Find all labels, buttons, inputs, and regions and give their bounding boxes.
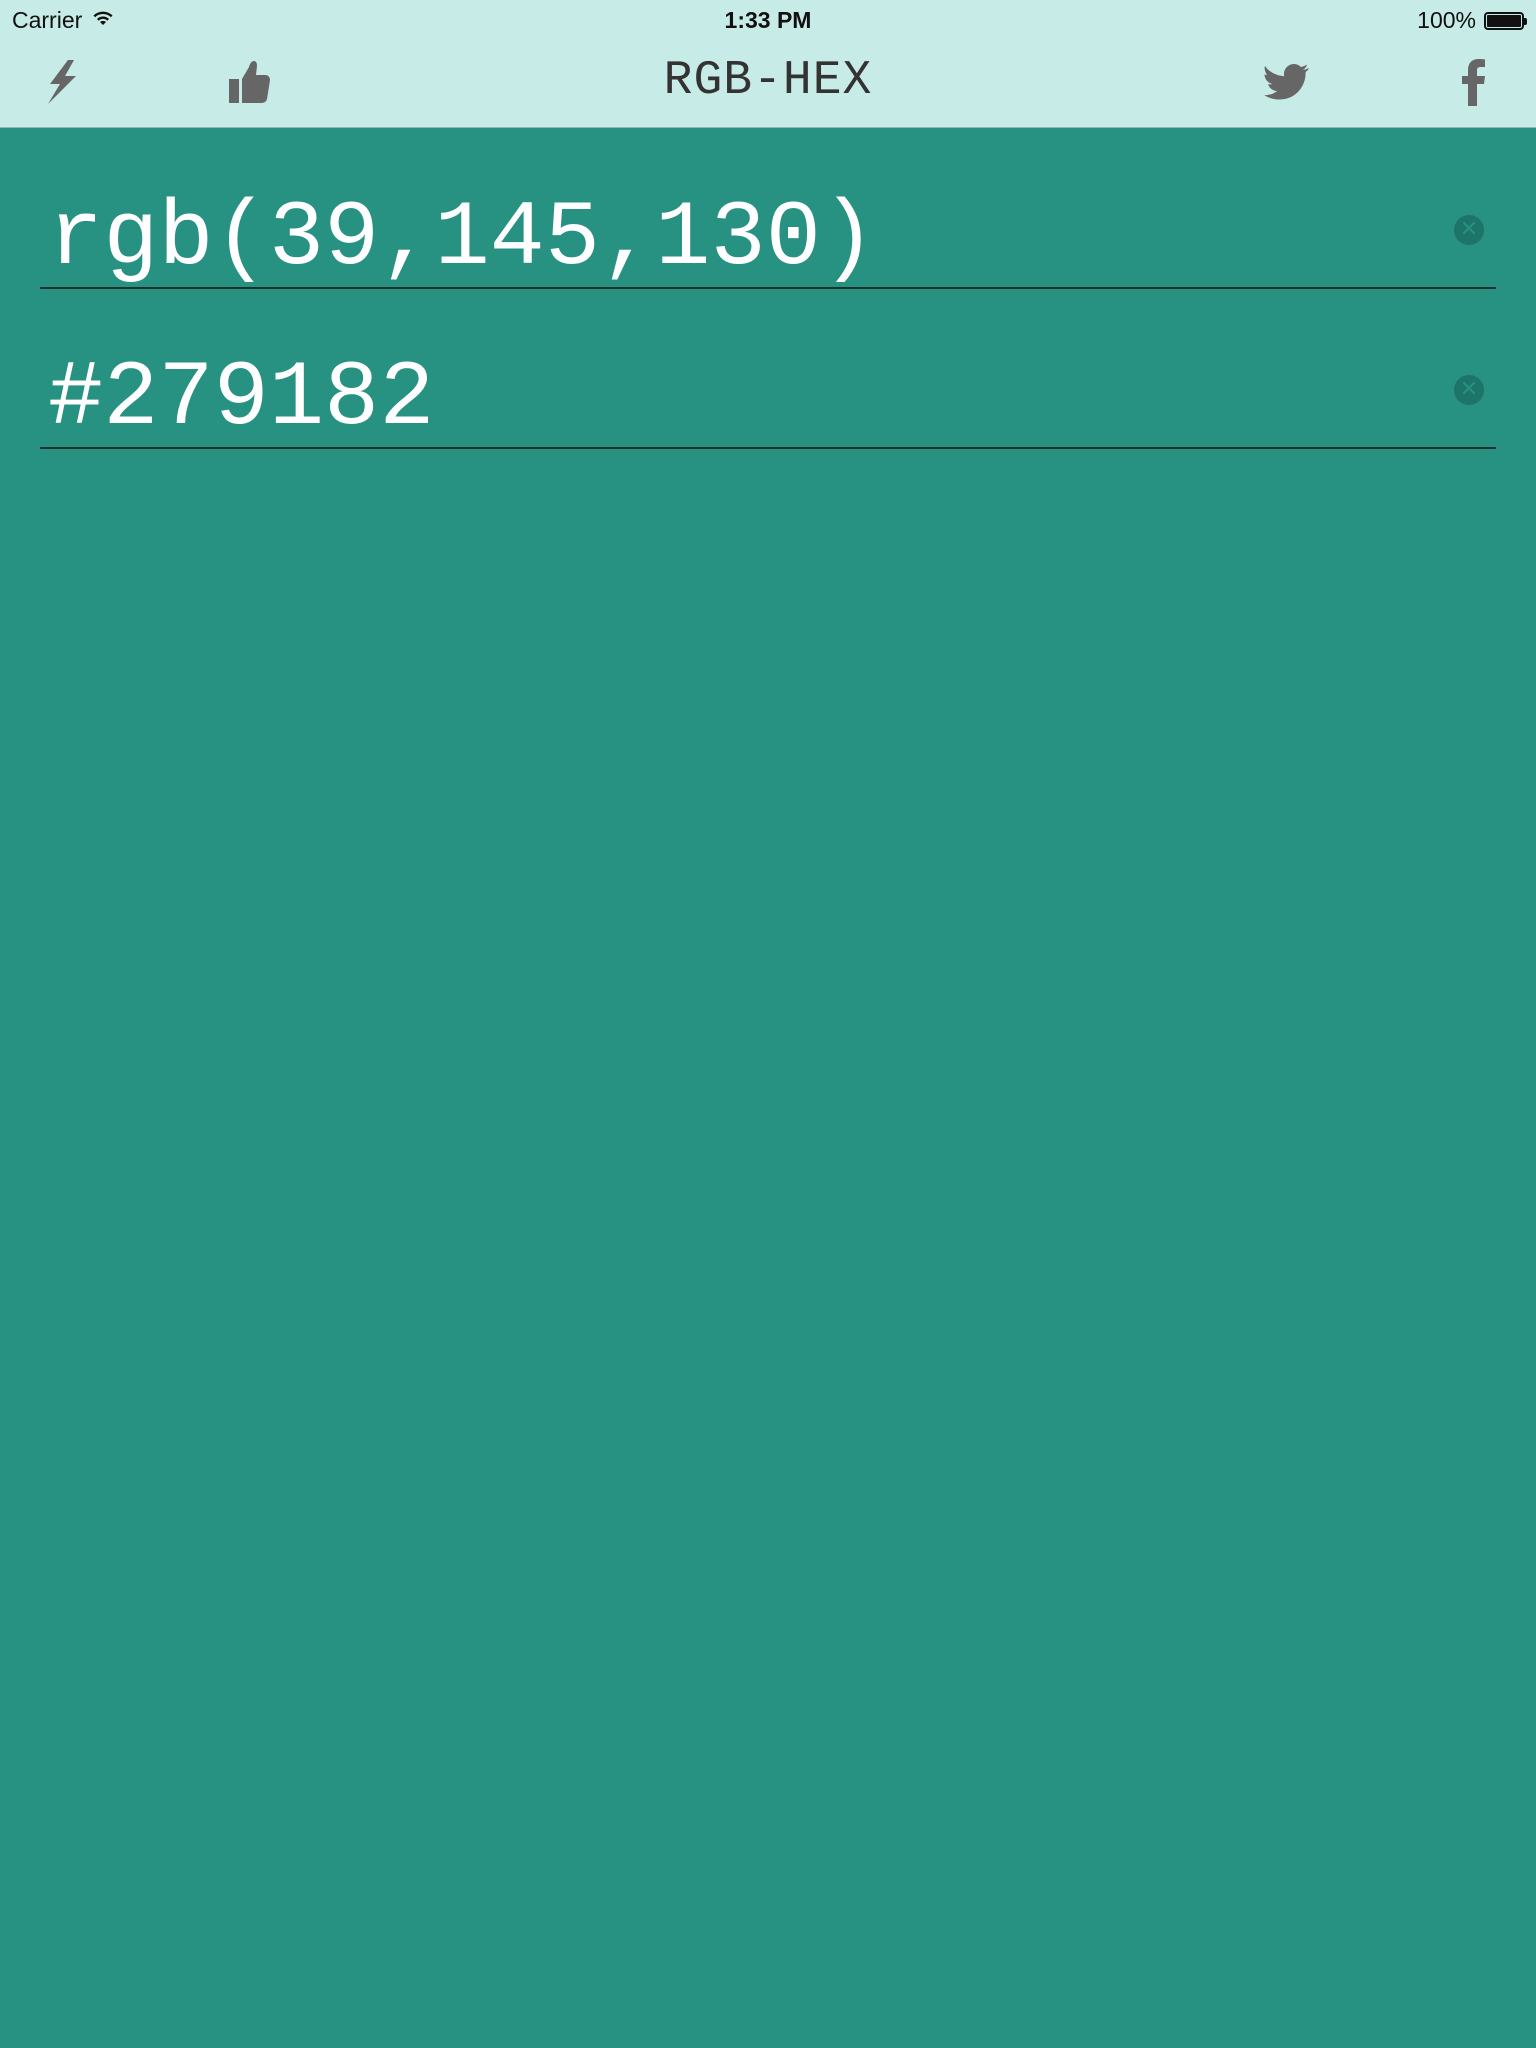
battery-fill bbox=[1487, 14, 1521, 27]
status-bar: Carrier 1:33 PM 100% bbox=[0, 0, 1536, 40]
facebook-icon bbox=[1459, 58, 1489, 111]
rgb-input[interactable]: rgb(39,145,130) bbox=[48, 189, 876, 289]
clear-rgb-button[interactable] bbox=[1454, 215, 1484, 245]
twitter-icon bbox=[1263, 62, 1309, 107]
status-right: 100% bbox=[1417, 7, 1527, 34]
clear-hex-button[interactable] bbox=[1454, 375, 1484, 405]
hex-field[interactable]: #279182 bbox=[40, 327, 1496, 449]
nav-bar: RGB-HEX bbox=[0, 40, 1536, 128]
facebook-button[interactable] bbox=[1444, 54, 1504, 114]
status-time: 1:33 PM bbox=[724, 7, 812, 33]
hex-input[interactable]: #279182 bbox=[48, 349, 434, 449]
rgb-field[interactable]: rgb(39,145,130) bbox=[40, 167, 1496, 289]
battery-icon bbox=[1484, 11, 1527, 30]
clear-icon bbox=[1461, 220, 1477, 241]
battery-percent: 100% bbox=[1417, 7, 1476, 33]
clear-icon bbox=[1461, 380, 1477, 401]
twitter-button[interactable] bbox=[1256, 54, 1316, 114]
